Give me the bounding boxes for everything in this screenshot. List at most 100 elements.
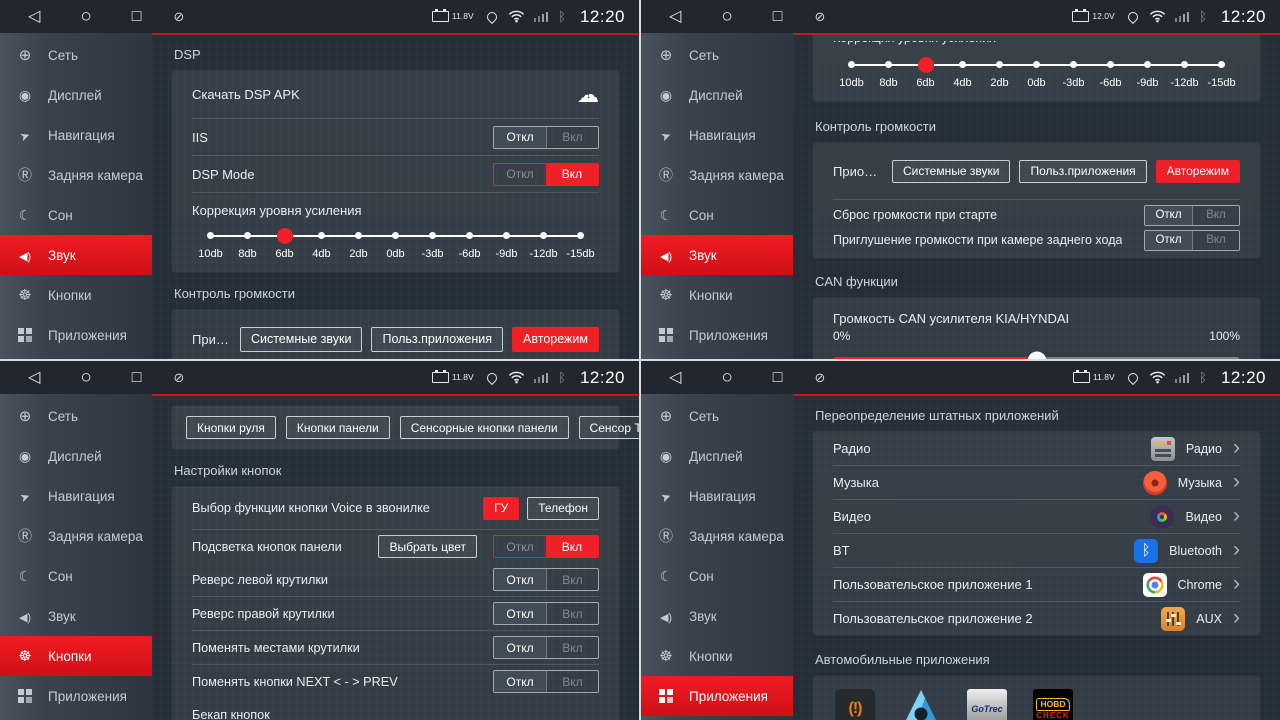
- app-remap-row[interactable]: Пользовательское приложение 1 Chrome ›: [833, 567, 1240, 601]
- sidebar-item[interactable]: Навигация: [0, 476, 152, 516]
- sidebar-item[interactable]: Навигация: [641, 476, 793, 516]
- back-button[interactable]: ◁: [669, 370, 681, 386]
- home-button[interactable]: ○: [721, 368, 732, 387]
- gain-slider-stop[interactable]: 2db: [981, 56, 1018, 89]
- back-button[interactable]: ◁: [28, 370, 40, 386]
- sidebar-item[interactable]: Навигация: [641, 115, 793, 155]
- toggle-off-option[interactable]: Откл: [494, 671, 546, 692]
- priority-user-apps-button[interactable]: Польз.приложения: [1019, 160, 1146, 183]
- app-remap-row[interactable]: Видео Видео ›: [833, 499, 1240, 533]
- sidebar-item[interactable]: Дисплей: [0, 75, 152, 115]
- sidebar-item[interactable]: Кнопки: [641, 636, 793, 676]
- cloud-download-icon[interactable]: ☁: [577, 84, 599, 106]
- screenshot-icon[interactable]: ⊘: [173, 371, 184, 384]
- gain-slider-stop[interactable]: 8db: [870, 56, 907, 89]
- priority-user-apps-button[interactable]: Польз.приложения: [371, 327, 503, 352]
- sidebar-item[interactable]: Дисплей: [0, 436, 152, 476]
- voice-phone-button[interactable]: Телефон: [527, 497, 599, 520]
- download-dsp-row[interactable]: Скачать DSP APK ☁: [192, 71, 599, 118]
- gain-slider-stop[interactable]: 4db: [303, 227, 340, 260]
- gain-slider-stop[interactable]: 4db: [944, 56, 981, 89]
- sidebar-item[interactable]: Приложения: [0, 676, 152, 716]
- toggle-on-option[interactable]: Вкл: [546, 164, 598, 185]
- sidebar-item[interactable]: Приложения: [641, 315, 793, 355]
- gain-slider-stop[interactable]: 6db: [907, 56, 944, 89]
- gain-slider-stop[interactable]: 10db: [192, 227, 229, 260]
- gain-slider-stop[interactable]: -9db: [1129, 56, 1166, 89]
- toggle-on-option[interactable]: Вкл: [1192, 231, 1239, 250]
- gain-slider-stop[interactable]: -3db: [414, 227, 451, 260]
- touch-panel-buttons-tab[interactable]: Сенсорные кнопки панели: [400, 416, 569, 439]
- app-remap-row[interactable]: Музыка Музыка ›: [833, 465, 1240, 499]
- screenshot-icon[interactable]: ⊘: [814, 10, 825, 23]
- gain-slider-stop[interactable]: -15db: [562, 227, 599, 260]
- sidebar-item[interactable]: Задняя камера: [641, 155, 793, 195]
- priority-system-sounds-button[interactable]: Системные звуки: [240, 327, 363, 352]
- gain-slider-stop[interactable]: 8db: [229, 227, 266, 260]
- steering-wheel-buttons-tab[interactable]: Кнопки руля: [186, 416, 276, 439]
- toggle-on-option[interactable]: Вкл: [546, 671, 598, 692]
- priority-system-sounds-button[interactable]: Системные звуки: [892, 160, 1010, 183]
- toggle-off-option[interactable]: Откл: [494, 569, 546, 590]
- voice-headunit-button[interactable]: ГУ: [483, 497, 519, 520]
- gain-slider-stop[interactable]: -3db: [1055, 56, 1092, 89]
- home-button[interactable]: ○: [721, 7, 732, 26]
- back-button[interactable]: ◁: [669, 9, 681, 25]
- gain-slider-stop[interactable]: -15db: [1203, 56, 1240, 89]
- sidebar-item[interactable]: Звук: [0, 596, 152, 636]
- can-volume-slider[interactable]: [833, 357, 1240, 359]
- toggle-off-option[interactable]: Откл: [494, 603, 546, 624]
- sidebar-item[interactable]: Сон: [0, 556, 152, 596]
- toggle-on-option[interactable]: Вкл: [546, 603, 598, 624]
- toggle-on-option[interactable]: Вкл: [546, 569, 598, 590]
- toggle-off-option[interactable]: Откл: [1145, 206, 1192, 225]
- gain-slider-stop[interactable]: 10db: [833, 56, 870, 89]
- gain-slider-stop[interactable]: -9db: [488, 227, 525, 260]
- sidebar-item[interactable]: Сон: [641, 195, 793, 235]
- sidebar-item[interactable]: Приложения: [0, 315, 152, 355]
- toggle-off-option[interactable]: Откл: [494, 536, 546, 557]
- sidebar-item[interactable]: Задняя камера: [0, 516, 152, 556]
- buttons-backup-row[interactable]: Бекап кнопок: [192, 698, 599, 720]
- tpms-app-icon[interactable]: [835, 689, 875, 720]
- toggle-off-option[interactable]: Откл: [494, 127, 546, 148]
- gain-slider-stop[interactable]: -12db: [525, 227, 562, 260]
- app-remap-row[interactable]: Радио Радио ›: [833, 432, 1240, 465]
- sidebar-item[interactable]: Кнопки: [0, 636, 152, 676]
- gain-slider-stop[interactable]: 6db: [266, 227, 303, 260]
- pick-color-button[interactable]: Выбрать цвет: [378, 535, 477, 558]
- toggle-off-option[interactable]: Откл: [494, 637, 546, 658]
- app-remap-row[interactable]: BT Bluetooth ›: [833, 533, 1240, 567]
- sidebar-item[interactable]: Кнопки: [0, 275, 152, 315]
- screenshot-icon[interactable]: ⊘: [173, 10, 184, 23]
- back-button[interactable]: ◁: [28, 9, 40, 25]
- sidebar-item[interactable]: Кнопки: [641, 275, 793, 315]
- sidebar-item[interactable]: Дисплей: [641, 436, 793, 476]
- home-button[interactable]: ○: [80, 7, 91, 26]
- sidebar-item[interactable]: Сеть: [641, 35, 793, 75]
- toggle-on-option[interactable]: Вкл: [1192, 206, 1239, 225]
- sidebar-item[interactable]: Звук: [0, 235, 152, 275]
- screenshot-icon[interactable]: ⊘: [814, 371, 825, 384]
- sidebar-item[interactable]: Дисплей: [641, 75, 793, 115]
- sidebar-item[interactable]: Сон: [0, 195, 152, 235]
- gain-slider-stop[interactable]: -6db: [1092, 56, 1129, 89]
- gain-slider-stop[interactable]: 0db: [377, 227, 414, 260]
- sidebar-item[interactable]: Звук: [641, 596, 793, 636]
- sidebar-item[interactable]: Задняя камера: [0, 155, 152, 195]
- gain-slider-stop[interactable]: 2db: [340, 227, 377, 260]
- tv-sensor-tab[interactable]: Сенсор ТВ (IO): [579, 416, 639, 439]
- recents-button[interactable]: □: [132, 370, 142, 386]
- sidebar-item[interactable]: Приложения: [641, 676, 793, 716]
- toggle-on-option[interactable]: Вкл: [546, 637, 598, 658]
- sidebar-item[interactable]: Сеть: [641, 396, 793, 436]
- sidebar-item[interactable]: Задняя камера: [641, 516, 793, 556]
- android-auto-app-icon[interactable]: [901, 689, 941, 720]
- home-button[interactable]: ○: [80, 368, 91, 387]
- obd-check-app-icon[interactable]: HOBD CHECK: [1033, 689, 1073, 720]
- gain-slider[interactable]: 10db8db6db4db2db0db-3db-6db-9db-12db-15d…: [192, 227, 599, 260]
- sidebar-item[interactable]: Сеть: [0, 396, 152, 436]
- sidebar-item[interactable]: Сеть: [0, 35, 152, 75]
- slider-thumb[interactable]: [1027, 351, 1046, 359]
- toggle-on-option[interactable]: Вкл: [546, 536, 598, 557]
